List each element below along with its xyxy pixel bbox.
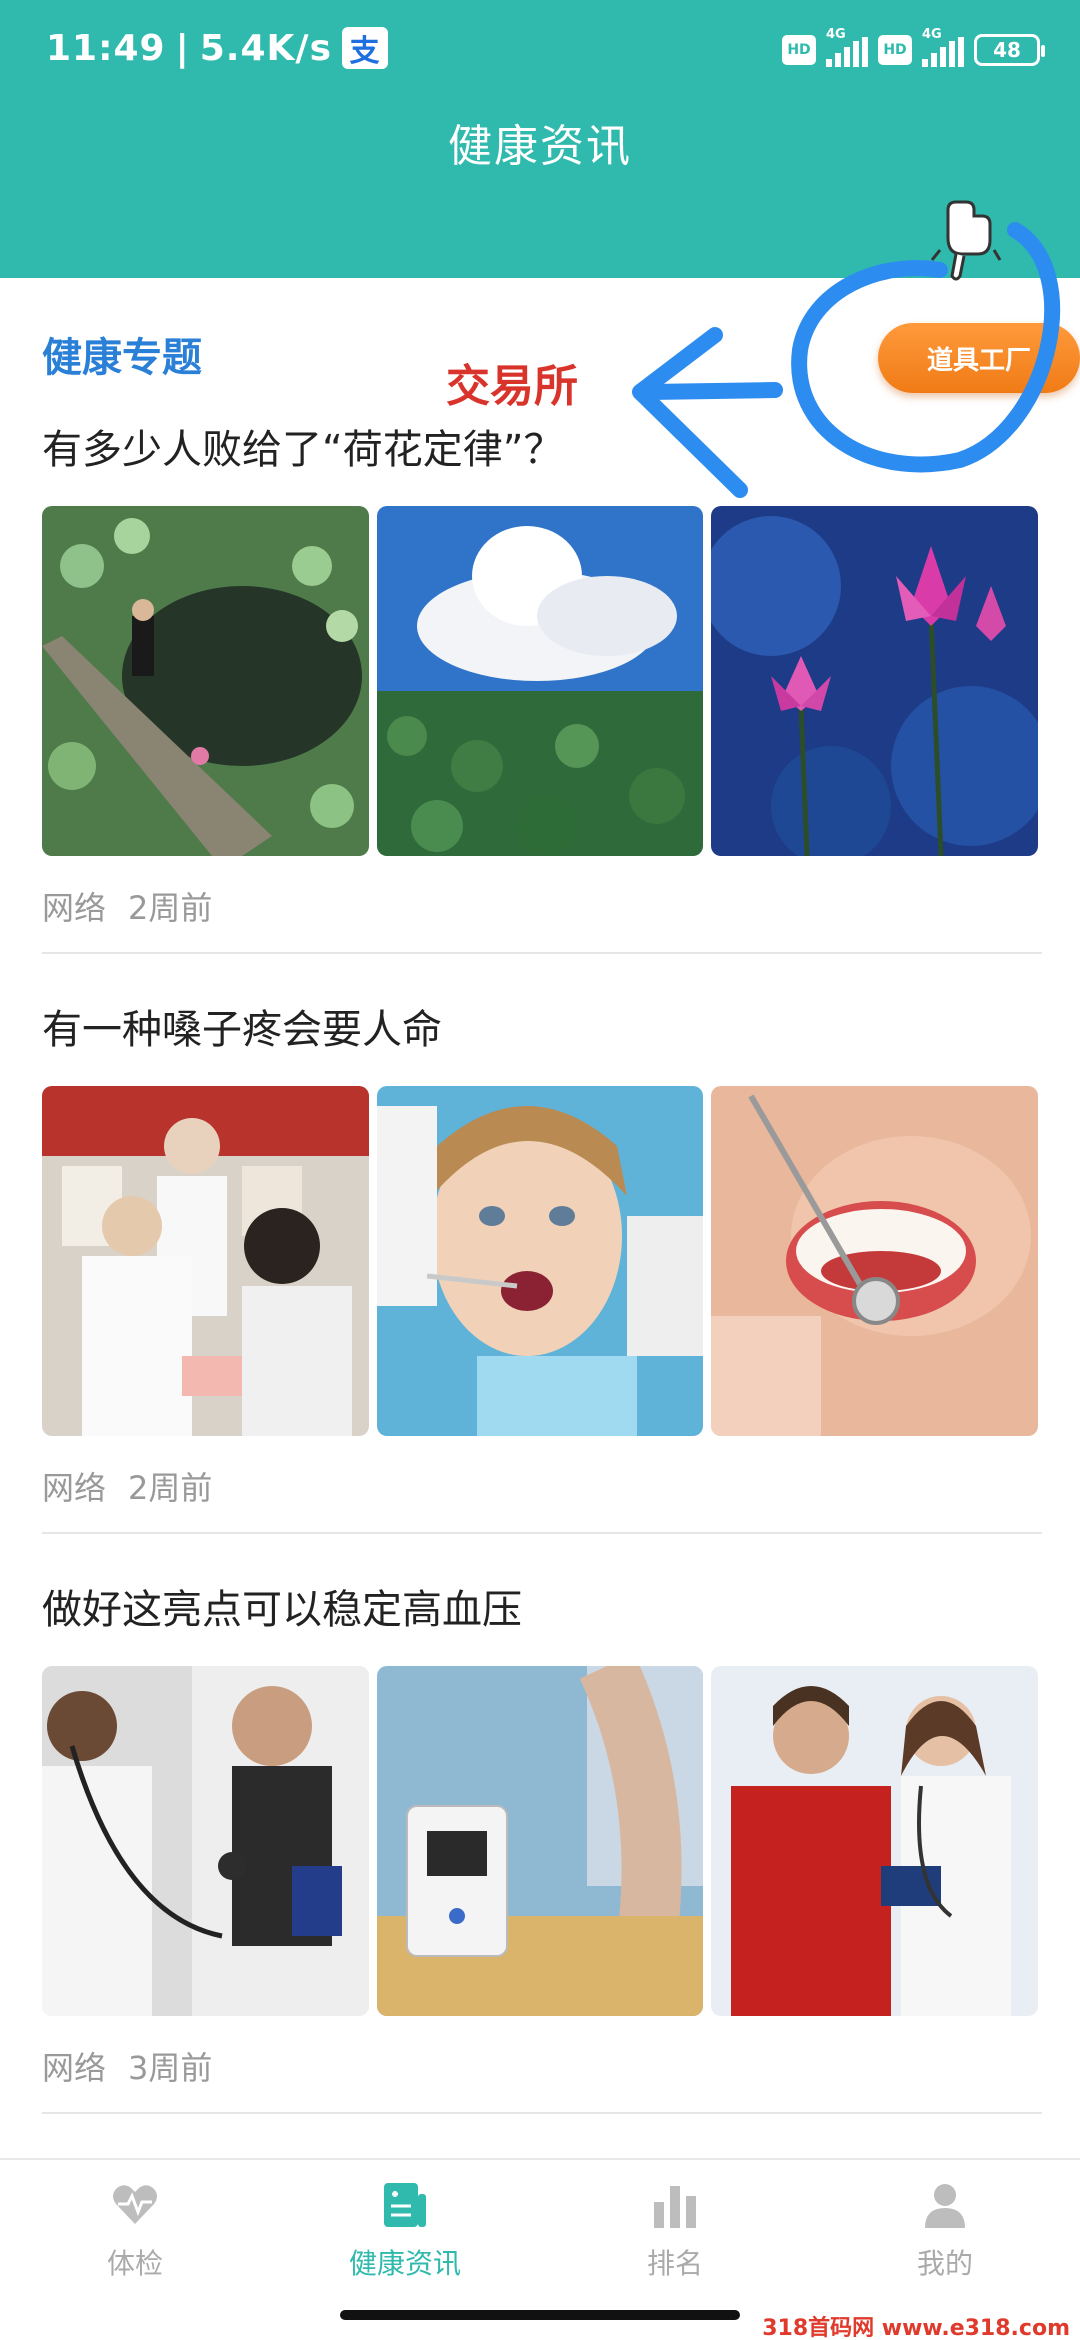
network-type-2: 4G <box>922 27 942 42</box>
purple-lotus-image <box>711 506 1039 856</box>
thumbnail-image[interactable] <box>42 506 369 856</box>
thumbnail-image[interactable] <box>42 1086 369 1436</box>
medical-checkup-image <box>42 1086 369 1436</box>
status-bar: 11:49 | 5.4K/s 支 HD 4G HD 4G 48 <box>0 0 1080 100</box>
blood-pressure-check-image <box>42 1666 369 2016</box>
article-thumbnails <box>42 1666 1039 2016</box>
article-source: 网络 <box>42 2049 107 2087</box>
alipay-notification-icon: 支 <box>342 27 388 69</box>
article-meta: 网络 3周前 <box>42 2044 1038 2092</box>
lotus-pond-boardwalk-image <box>42 506 369 856</box>
doctor-patient-bp-image <box>711 1666 1039 2016</box>
status-separator: | <box>175 27 190 69</box>
article-meta: 网络 2周前 <box>42 1464 1038 1512</box>
tab-label: 健康资讯 <box>348 2247 461 2280</box>
news-icon <box>384 2183 426 2227</box>
annotation-label: 交易所 <box>446 361 578 412</box>
article-thumbnails <box>42 1086 1039 1436</box>
bar-chart-icon <box>654 2186 696 2228</box>
status-right: HD 4G HD 4G 48 <box>782 26 1045 74</box>
user-icon <box>925 2184 965 2228</box>
home-indicator[interactable] <box>340 2310 740 2320</box>
battery-icon: 48 <box>974 34 1045 66</box>
section-title: 健康专题 <box>42 335 202 381</box>
bp-monitor-image <box>376 1666 704 2016</box>
tool-factory-button[interactable]: 道具工厂 <box>878 323 1080 393</box>
site-watermark: 318首码网 www.e318.com <box>758 2310 1074 2340</box>
thumbnail-image[interactable] <box>711 506 1039 856</box>
article-time: 3周前 <box>128 2049 213 2087</box>
thumbnail-image[interactable] <box>376 1086 704 1436</box>
article-title[interactable]: 有多少人败给了“荷花定律”？ <box>42 420 1038 480</box>
status-time: 11:49 <box>46 27 166 69</box>
article-card[interactable]: 有一种嗓子疼会要人命 网络 2周前 <box>42 1000 1042 1534</box>
tab-label: 体检 <box>106 2247 163 2280</box>
thumbnail-image[interactable] <box>376 506 704 856</box>
divider <box>42 2112 1042 2114</box>
thumbnail-image[interactable] <box>711 1666 1039 2016</box>
article-card[interactable]: 做好这亮点可以稳定高血压 网络 3周前 <box>42 1580 1042 2114</box>
hd-badge-1: HD <box>782 35 816 65</box>
main-content[interactable]: 健康专题 道具工厂 交易所 有多少人败给了“荷花定律”？ 网络 2周前 有一种嗓… <box>0 278 1080 2158</box>
status-left: 11:49 | 5.4K/s 支 <box>46 24 388 72</box>
signal-icon-2: 4G <box>922 27 964 67</box>
article-meta: 网络 2周前 <box>42 884 1038 932</box>
divider <box>42 1532 1042 1534</box>
app-header: 11:49 | 5.4K/s 支 HD 4G HD 4G 48 健康资讯 <box>0 0 1080 278</box>
child-dental-exam-image <box>376 1086 704 1436</box>
article-title[interactable]: 做好这亮点可以稳定高血压 <box>42 1580 1038 1640</box>
tab-health-check[interactable]: 体检 <box>0 2160 270 2340</box>
battery-level: 48 <box>993 38 1021 62</box>
article-source: 网络 <box>42 889 107 927</box>
network-speed: 5.4K/s <box>199 27 332 69</box>
article-time: 2周前 <box>128 889 213 927</box>
thumbnail-image[interactable] <box>376 1666 704 2016</box>
thumbnail-image[interactable] <box>42 1666 369 2016</box>
article-time: 2周前 <box>128 1469 213 1507</box>
lotus-field-sky-image <box>376 506 704 856</box>
article-title[interactable]: 有一种嗓子疼会要人命 <box>42 1000 1038 1060</box>
article-thumbnails <box>42 506 1039 856</box>
article-source: 网络 <box>42 1469 107 1507</box>
tab-label: 我的 <box>916 2247 973 2280</box>
page-title: 健康资讯 <box>448 121 632 172</box>
thumbnail-image[interactable] <box>711 1086 1039 1436</box>
heartbeat-icon <box>113 2185 157 2224</box>
tab-label: 排名 <box>646 2247 703 2280</box>
network-type-1: 4G <box>826 27 846 42</box>
article-card[interactable]: 有多少人败给了“荷花定律”？ 网络 2周前 <box>42 420 1042 954</box>
hd-badge-2: HD <box>878 35 912 65</box>
mouth-closeup-image <box>711 1086 1039 1436</box>
signal-icon-1: 4G <box>826 27 868 67</box>
divider <box>42 952 1042 954</box>
